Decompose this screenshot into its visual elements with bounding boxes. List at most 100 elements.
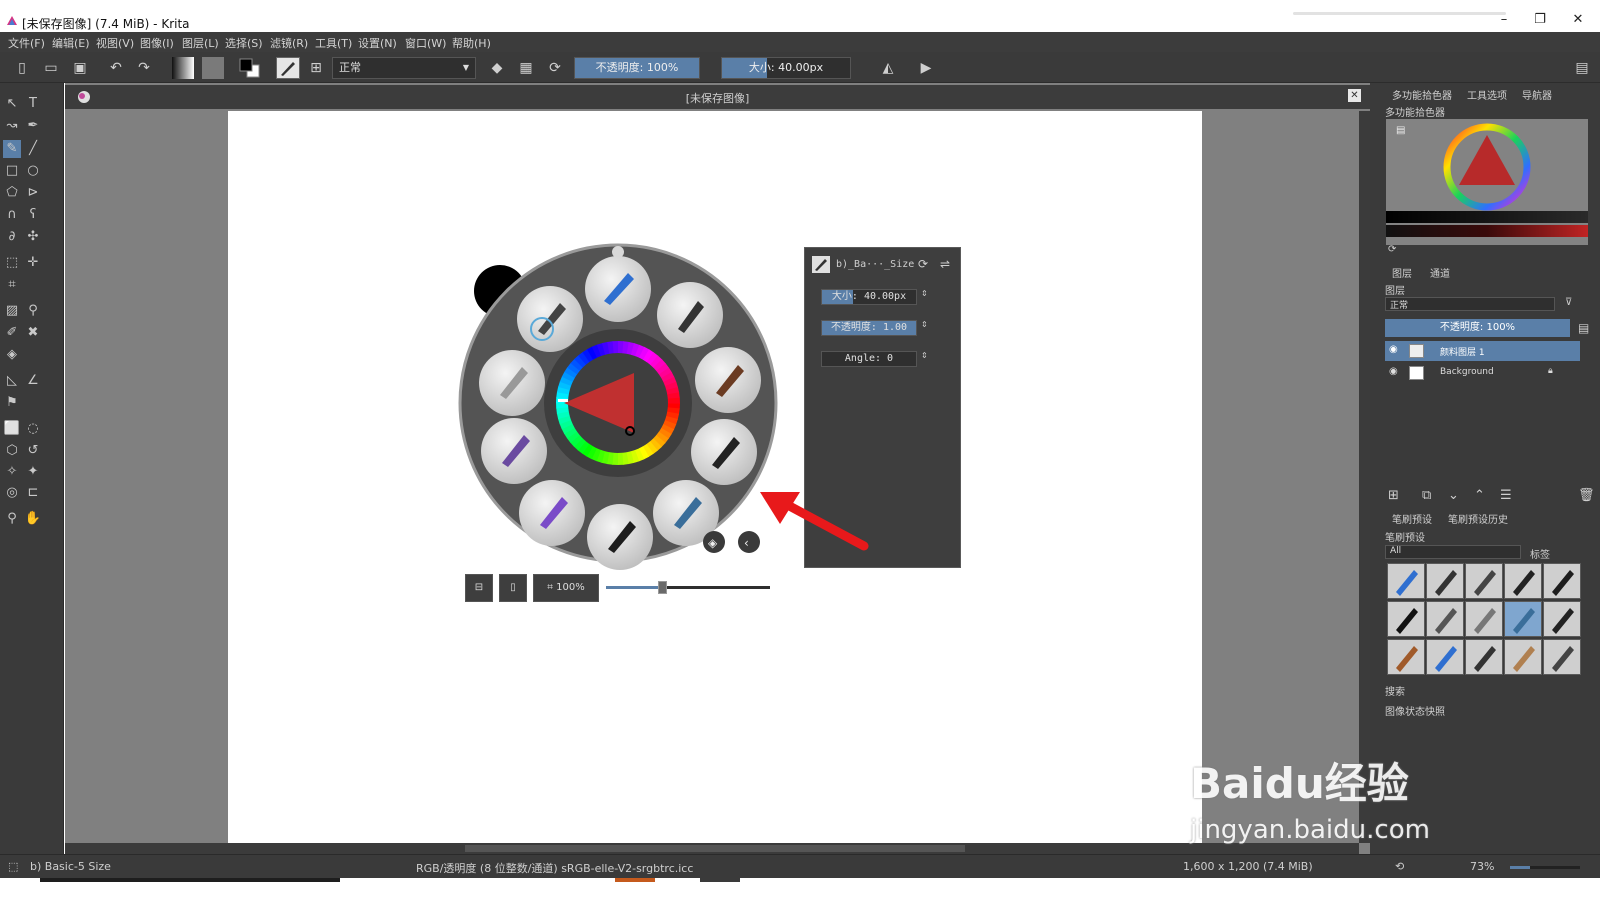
polygon-tool-icon[interactable]: ⬠	[3, 184, 21, 202]
crop-tool-icon[interactable]: ⌗	[3, 276, 21, 294]
brush-preset-tile[interactable]	[1504, 639, 1542, 675]
gradient-selector[interactable]	[172, 57, 194, 79]
menu-layer[interactable]: 图层(L)	[182, 35, 219, 51]
open-folder-icon[interactable]: ▭	[41, 58, 61, 78]
menu-tools[interactable]: 工具(T)	[315, 35, 352, 51]
layer-opacity-slider[interactable]: 不透明度: 100%	[1385, 319, 1570, 337]
refresh-icon[interactable]: ⟳	[1388, 244, 1396, 255]
restore-button[interactable]: ❐	[1530, 12, 1550, 28]
freehand-brush-icon[interactable]: ✎	[3, 140, 21, 158]
move-tool-icon[interactable]: ✛	[24, 254, 42, 272]
brush-preset-tile[interactable]	[1465, 563, 1503, 599]
brush-preset-tile[interactable]	[1543, 563, 1581, 599]
move-up-icon[interactable]: ⌃	[1474, 488, 1485, 503]
colorize-mask-icon[interactable]: ✖	[24, 324, 42, 342]
add-layer-icon[interactable]: ⊞	[1388, 488, 1399, 503]
brush-preset-slot[interactable]	[519, 480, 585, 546]
eraser-mode-icon[interactable]: ◆	[487, 58, 507, 78]
gradient-tool-icon[interactable]: ▨	[3, 302, 21, 320]
tab-brush-history[interactable]: 笔刷预设历史	[1448, 511, 1508, 526]
layer-settings-icon[interactable]: ☰	[1500, 488, 1512, 503]
horizontal-scrollbar[interactable]	[65, 843, 1359, 854]
spin-arrows-icon[interactable]: ⇕	[921, 320, 928, 329]
brush-preset-tile[interactable]	[1426, 639, 1464, 675]
brush-preset-tile[interactable]	[1543, 639, 1581, 675]
layer-row[interactable]: ◉ 颜料图层 1	[1385, 341, 1580, 361]
preset-filter-select[interactable]: All	[1385, 545, 1521, 559]
magnetic-select-icon[interactable]: ⊏	[24, 484, 42, 502]
brush-preset-slot[interactable]	[479, 350, 545, 416]
undo-icon[interactable]: ↶	[106, 58, 126, 78]
tab-tool-options[interactable]: 工具选项	[1467, 87, 1507, 102]
delete-layer-icon[interactable]: 🗑︎	[1578, 488, 1595, 503]
color-wheel-triangle[interactable]	[1441, 121, 1533, 213]
brush-preset-tile[interactable]	[1504, 601, 1542, 637]
layer-row[interactable]: ◉ Background 🔒︎	[1385, 363, 1580, 383]
preset-tag-label[interactable]: 标签	[1530, 546, 1550, 561]
zoom-tool-icon[interactable]: ⚲	[3, 510, 21, 528]
smart-patch-icon[interactable]: ✐	[3, 324, 21, 342]
filter-icon[interactable]: ⊽	[1565, 297, 1572, 308]
polyline-tool-icon[interactable]: ⊳	[24, 184, 42, 202]
fullscreen-button[interactable]: ▯	[499, 574, 527, 602]
spin-arrows-icon[interactable]: ⇕	[921, 351, 928, 360]
text-tool-icon[interactable]: T	[24, 95, 42, 113]
similar-select-icon[interactable]: ✦	[24, 463, 42, 481]
brush-preset-tile[interactable]	[1465, 601, 1503, 637]
brush-preset-slot[interactable]	[481, 418, 547, 484]
layer-properties-icon[interactable]: ▤	[1578, 321, 1589, 335]
new-document-icon[interactable]: ▯	[12, 58, 32, 78]
brush-preset-tile[interactable]	[1387, 639, 1425, 675]
opacity-slider[interactable]: 不透明度: 100%	[574, 57, 700, 79]
pattern-selector[interactable]	[202, 57, 224, 79]
fg-bg-color-selector[interactable]	[238, 57, 262, 79]
freehand-select-icon[interactable]: ↺	[24, 442, 42, 460]
blend-mode-select[interactable]: 正常 ▼	[332, 57, 476, 79]
brush-preset-tile[interactable]	[1543, 601, 1581, 637]
line-tool-icon[interactable]: ╱	[24, 140, 42, 158]
menu-view[interactable]: 视图(V)	[96, 35, 134, 51]
contiguous-select-icon[interactable]: ✧	[3, 463, 21, 481]
redo-icon[interactable]: ↷	[134, 58, 154, 78]
reload-preset-icon[interactable]: ⟳	[918, 257, 928, 271]
zoom-slider[interactable]	[1510, 866, 1580, 869]
polygon-select-icon[interactable]: ⬡	[3, 442, 21, 460]
brush-preset-tile[interactable]	[1426, 563, 1464, 599]
tab-advanced-color-selector[interactable]: 多功能拾色器	[1392, 87, 1452, 102]
shade-bar-2[interactable]	[1386, 225, 1588, 237]
brush-options-grid-icon[interactable]: ⊞	[306, 58, 326, 78]
bezier-select-icon[interactable]: ◎	[3, 484, 21, 502]
brush-preset-slot[interactable]	[585, 256, 651, 322]
brush-angle-spinbox[interactable]: Angle: 0	[821, 351, 917, 367]
reload-preset-icon[interactable]: ⟳	[545, 58, 565, 78]
brush-preset-tile[interactable]	[1504, 563, 1542, 599]
rect-select-icon[interactable]: ⬜	[3, 420, 21, 438]
rotate-icon[interactable]: ⟲	[1395, 860, 1404, 873]
save-icon[interactable]: ▣	[70, 58, 90, 78]
duplicate-layer-icon[interactable]: ⧉	[1422, 488, 1431, 503]
brush-size-spinbox[interactable]: 大小: 40.00px	[821, 289, 917, 305]
mirror-canvas-button[interactable]: ⊟	[465, 574, 493, 602]
brush-preset-slot[interactable]	[587, 504, 653, 570]
menu-help[interactable]: 帮助(H)	[452, 35, 491, 51]
bezier-tool-icon[interactable]: ∩	[3, 206, 21, 224]
edit-shapes-icon[interactable]: ↝	[3, 117, 21, 135]
brush-preset-slot[interactable]	[691, 419, 757, 485]
fill-tool-icon[interactable]: ◈	[3, 346, 21, 364]
preset-settings-icon[interactable]: ⇌	[940, 257, 950, 271]
assistant-tool-icon[interactable]: ◺	[3, 372, 21, 390]
rectangle-tool-icon[interactable]: □	[3, 162, 21, 180]
calligraphy-icon[interactable]: ✒	[24, 117, 42, 135]
freehand-path-icon[interactable]: ʕ	[24, 206, 42, 224]
mirror-horizontal-icon[interactable]: ◭	[878, 58, 898, 78]
vertical-scrollbar[interactable]	[1359, 111, 1370, 843]
color-picker-icon[interactable]: ⚲	[24, 302, 42, 320]
transform-tool-icon[interactable]: ⬚	[3, 254, 21, 272]
menu-select[interactable]: 选择(S)	[225, 35, 263, 51]
tab-brush-presets[interactable]: 笔刷预设	[1392, 511, 1432, 526]
brush-preset-slot[interactable]	[517, 286, 583, 352]
minimize-button[interactable]: –	[1494, 12, 1514, 28]
pan-tool-icon[interactable]: ✋	[24, 510, 42, 528]
color-settings-icon[interactable]: ▤	[1396, 125, 1405, 136]
ellipse-tool-icon[interactable]: ○	[24, 162, 42, 180]
